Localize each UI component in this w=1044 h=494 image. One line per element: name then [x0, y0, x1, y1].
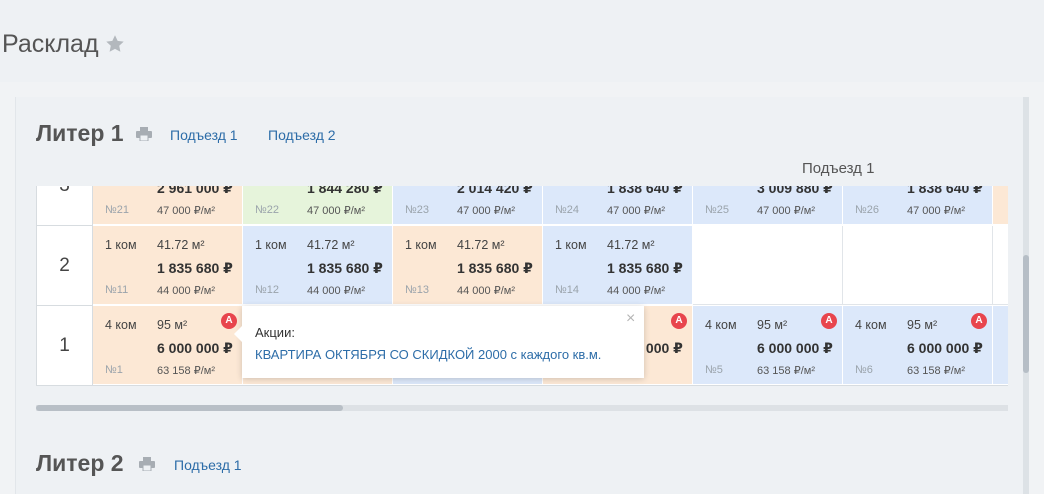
apartment-area: 41.72 м² [607, 238, 655, 252]
apartment-price-per-sqm: 47 000 ₽/м² [307, 205, 365, 217]
apartment-number: №11 [105, 284, 129, 296]
floor-label: 1 [37, 306, 93, 385]
apartment-rooms: 4 ком [105, 318, 137, 332]
apartment-number: №12 [255, 284, 280, 296]
apartment-price-per-sqm: 47 000 ₽/м² [157, 205, 215, 217]
apartment-number: №6 [855, 364, 873, 376]
apartment-price-per-sqm: 47 000 ₽/м² [907, 205, 965, 217]
promo-badge-icon[interactable]: A [821, 313, 837, 329]
apartment-area: 95 м² [757, 318, 788, 332]
apartment-price-per-sqm: 44 000 ₽/м² [457, 285, 515, 297]
apartment-cell-partial[interactable] [993, 306, 1008, 385]
apartment-cell [693, 226, 843, 305]
apartment-price: 2 014 420 ₽ [457, 186, 533, 196]
apartment-rooms: 4 ком [705, 318, 737, 332]
apartment-number: №25 [705, 204, 730, 216]
apartment-area: 95 м² [157, 318, 188, 332]
close-icon[interactable]: × [626, 310, 635, 328]
page-header: Расклад [0, 0, 1044, 82]
apartment-cell[interactable]: 1 ком 41.72 м² 1 835 680 ₽ №11 44 000 ₽/м² [93, 226, 243, 305]
apartment-cell-partial[interactable] [993, 186, 1008, 225]
apartment-cell[interactable]: 1 838 640 ₽ №24 47 000 ₽/м² [543, 186, 693, 225]
liter-1-entrance-2-link[interactable]: Подъезд 2 [268, 127, 336, 143]
apartment-number: №23 [405, 204, 430, 216]
floor-label: 2 [37, 226, 93, 306]
floor-label: 3 [37, 186, 93, 226]
apartment-price: 1 835 680 ₽ [307, 260, 383, 276]
apartment-price-per-sqm: 44 000 ₽/м² [157, 285, 215, 297]
apartment-price-per-sqm: 47 000 ₽/м² [607, 205, 665, 217]
apartment-area: 95 м² [907, 318, 938, 332]
promo-popup: Акции: КВАРТИРА ОКТЯБРЯ СО СКИДКОЙ 2000 … [234, 306, 644, 378]
apartment-rooms: 1 ком [405, 238, 437, 252]
liter-2-entrance-1-link[interactable]: Подъезд 1 [174, 457, 242, 473]
apartment-cell[interactable]: 4 ком 95 м² 6 000 000 ₽ №1 63 158 ₽/м² A [93, 306, 243, 385]
apartment-number: №26 [855, 204, 880, 216]
printer-icon[interactable] [136, 127, 152, 141]
apartment-price: 6 000 000 ₽ [157, 340, 233, 356]
apartment-number: №24 [555, 204, 580, 216]
promo-badge-icon[interactable]: A [671, 313, 687, 329]
apartment-price-per-sqm: 63 158 ₽/м² [907, 365, 965, 377]
apartment-rooms: 1 ком [105, 238, 137, 252]
page-title: Расклад [2, 30, 99, 58]
vertical-scrollbar-thumb[interactable] [1023, 255, 1029, 373]
apartment-cell[interactable]: 2 014 420 ₽ №23 47 000 ₽/м² [393, 186, 543, 225]
apartment-cell[interactable]: 1 ком 41.72 м² 1 835 680 ₽ №14 44 000 ₽/м² [543, 226, 693, 305]
apartment-cell[interactable]: 4 ком 95 м² 6 000 000 ₽ №5 63 158 ₽/м² A [693, 306, 843, 385]
star-icon[interactable] [104, 33, 126, 55]
apartment-number: №1 [105, 364, 123, 376]
apartment-price: 1 835 680 ₽ [157, 260, 233, 276]
apartment-rooms: 4 ком [855, 318, 887, 332]
apartment-cell[interactable]: 3 009 880 ₽ №25 47 000 ₽/м² [693, 186, 843, 225]
apartment-area: 41.72 м² [457, 238, 505, 252]
promo-link[interactable]: КВАРТИРА ОКТЯБРЯ СО СКИДКОЙ 2000 с каждо… [255, 347, 601, 362]
liter-2-title: Литер 2 [36, 450, 124, 476]
apartment-number: №13 [405, 284, 430, 296]
apartment-cell[interactable]: 1 838 640 ₽ №26 47 000 ₽/м² [843, 186, 993, 225]
apartment-price-per-sqm: 44 000 ₽/м² [607, 285, 665, 297]
liter-1-title: Литер 1 [36, 120, 124, 146]
apartment-rooms: 1 ком [555, 238, 587, 252]
apartment-number: №22 [255, 204, 280, 216]
apartment-price-per-sqm: 47 000 ₽/м² [457, 205, 515, 217]
popup-title: Акции: [255, 325, 295, 340]
apartment-price: 1 835 680 ₽ [607, 260, 683, 276]
promo-badge-icon[interactable]: A [971, 313, 987, 329]
apartment-cell [843, 226, 993, 305]
apartment-rooms: 1 ком [255, 238, 287, 252]
apartment-area: 41.72 м² [157, 238, 205, 252]
apartment-cell[interactable]: 1 844 280 ₽ №22 47 000 ₽/м² [243, 186, 393, 225]
apartment-price-per-sqm: 63 158 ₽/м² [757, 365, 815, 377]
apartment-cell[interactable]: 1 ком 41.72 м² 1 835 680 ₽ №12 44 000 ₽/м² [243, 226, 393, 305]
apartment-cell[interactable]: 2 961 000 ₽ №21 47 000 ₽/м² [93, 186, 243, 225]
apartment-price-per-sqm: 63 158 ₽/м² [157, 365, 215, 377]
apartment-cell[interactable]: 1 ком 41.72 м² 1 835 680 ₽ №13 44 000 ₽/м² [393, 226, 543, 305]
apartment-price: 1 844 280 ₽ [307, 186, 383, 196]
apartment-price: 1 838 640 ₽ [607, 186, 683, 196]
apartment-price: 1 838 640 ₽ [907, 186, 983, 196]
apartment-price-per-sqm: 47 000 ₽/м² [757, 205, 815, 217]
liter-1-entrance-1-link[interactable]: Подъезд 1 [170, 127, 238, 143]
apartment-price: 3 009 880 ₽ [757, 186, 833, 196]
apartment-number: №5 [705, 364, 723, 376]
apartment-price: 6 000 000 ₽ [907, 340, 983, 356]
apartment-number: №21 [105, 204, 130, 216]
horizontal-scrollbar-thumb[interactable] [36, 405, 343, 411]
apartment-price: 1 835 680 ₽ [457, 260, 533, 276]
apartment-price: 2 961 000 ₽ [157, 186, 233, 196]
apartment-number: №14 [555, 284, 580, 296]
apartment-area: 41.72 м² [307, 238, 355, 252]
printer-icon[interactable] [139, 457, 155, 471]
section-header: Подъезд 1 [802, 160, 875, 177]
apartment-price: 6 000 000 ₽ [757, 340, 833, 356]
apartment-cell[interactable]: 4 ком 95 м² 6 000 000 ₽ №6 63 158 ₽/м² A [843, 306, 993, 385]
apartment-cell-partial [993, 226, 1008, 305]
apartment-price-per-sqm: 44 000 ₽/м² [307, 285, 365, 297]
